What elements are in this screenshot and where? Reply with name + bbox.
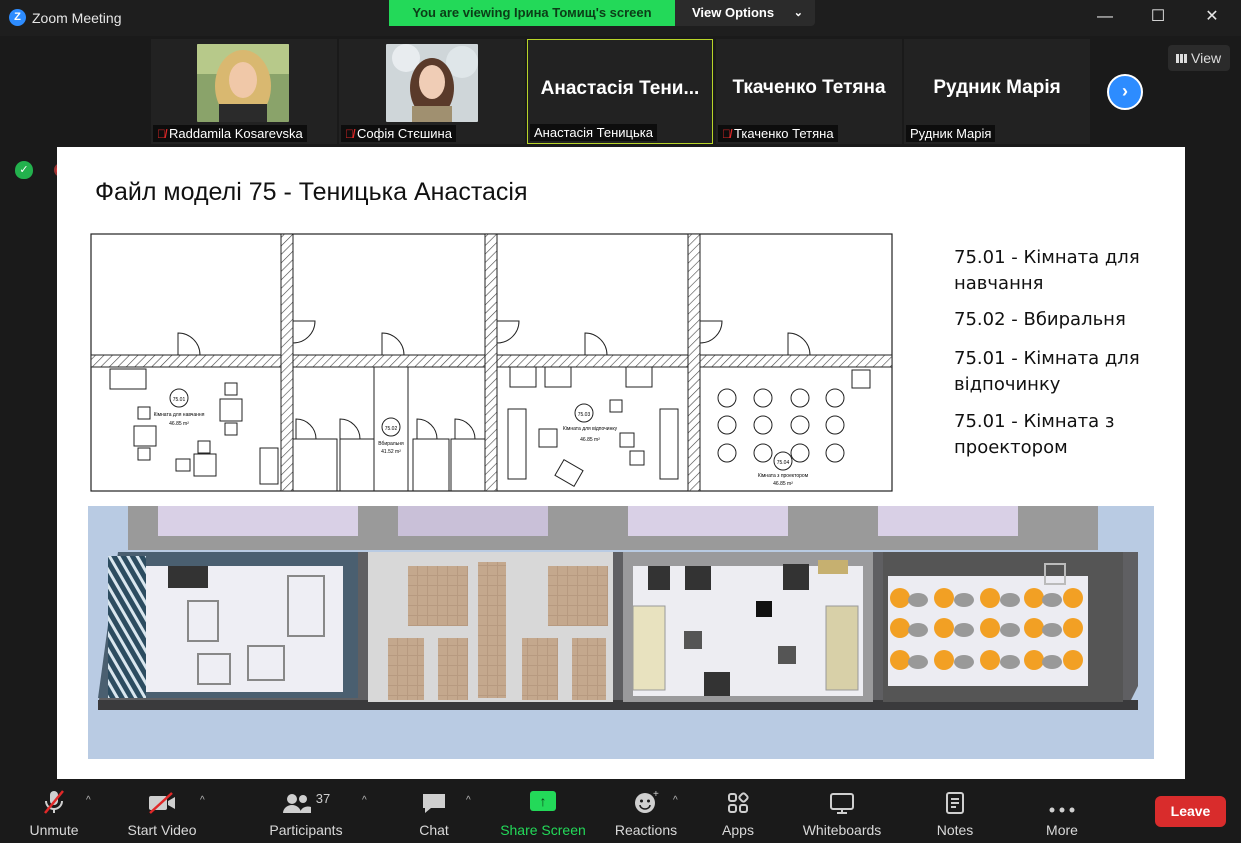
chat-label: Chat <box>419 822 449 838</box>
view-label: View <box>1191 50 1222 66</box>
participant-photo <box>197 44 289 122</box>
participant-display-name: Рудник Марія <box>933 77 1061 98</box>
notes-label: Notes <box>936 822 974 838</box>
participant-name: Анастасія Теницька <box>534 125 653 140</box>
room-name: Кімната з проектором <box>758 473 809 479</box>
mic-muted-icon: 🎙̸ <box>722 126 731 141</box>
participant-label: Анастасія Теницька <box>530 124 657 141</box>
room-area: 46.85 m² <box>580 437 600 443</box>
room-id: 75.04 <box>777 460 790 466</box>
view-options-button[interactable]: View Options ⌄ <box>675 0 815 26</box>
view-layout-button[interactable]: View <box>1168 45 1230 71</box>
chat-button[interactable]: Chat <box>414 783 454 843</box>
participant-name: Рудник Марія <box>910 126 992 141</box>
participant-display-name: Анастасія Тени... <box>540 78 700 99</box>
room-id: 75.03 <box>578 412 591 418</box>
unmute-button[interactable]: Unmute <box>22 783 86 843</box>
view-options-label: View Options <box>692 5 775 20</box>
room-id: 75.01 <box>173 397 186 403</box>
zoom-logo-icon: Z <box>9 9 26 26</box>
shared-screen: Файл моделі 75 - Теницька Анастасія 75.0… <box>57 147 1185 779</box>
share-screen-button[interactable]: ↑ Share Screen <box>500 783 586 843</box>
slide-title: Файл моделі 75 - Теницька Анастасія <box>95 178 528 206</box>
svg-text:+: + <box>653 789 659 800</box>
next-page-arrow-icon[interactable]: › <box>1107 74 1143 110</box>
participant-name: Ткаченко Тетяна <box>734 126 834 141</box>
reactions-smiley-icon: + <box>612 783 680 815</box>
window-title: Zoom Meeting <box>32 10 122 26</box>
participants-icon: 37 <box>266 783 346 815</box>
participant-display-name: Ткаченко Тетяна <box>732 77 886 98</box>
video-off-icon <box>122 783 202 815</box>
mic-muted-icon: 🎙̸ <box>157 126 166 141</box>
participants-label: Participants <box>269 822 343 838</box>
minimize-button[interactable]: — <box>1092 6 1118 28</box>
more-button[interactable]: More <box>1040 783 1084 843</box>
room-name: Кімната для навчання <box>154 412 205 418</box>
mic-muted-icon: 🎙̸ <box>345 126 354 141</box>
room-name: Кімната для відпочинку <box>563 426 618 432</box>
participant-tile[interactable]: Рудник Марія Рудник Марія <box>904 39 1090 144</box>
room-id: 75.02 <box>385 426 398 432</box>
start-video-label: Start Video <box>127 822 197 838</box>
participants-caret-icon[interactable]: ^ <box>362 795 367 806</box>
reactions-caret-icon[interactable]: ^ <box>673 795 678 806</box>
legend-item: 75.02 - Вбиральня <box>954 309 1126 330</box>
whiteboards-button[interactable]: Whiteboards <box>798 783 886 843</box>
notes-icon <box>932 783 978 815</box>
share-screen-label: Share Screen <box>500 822 586 838</box>
participant-photo <box>386 44 478 122</box>
more-label: More <box>1046 822 1078 838</box>
leave-button[interactable]: Leave <box>1155 796 1226 827</box>
apps-button[interactable]: Apps <box>718 783 758 843</box>
chat-icon <box>414 783 454 815</box>
room-name: Вбиральня <box>378 441 404 447</box>
notes-button[interactable]: Notes <box>932 783 978 843</box>
participant-label: 🎙̸ Софія Стєшина <box>341 125 456 142</box>
legend-item: 75.01 - Кімната з проектором <box>954 411 1115 458</box>
3d-render-image <box>88 506 1154 759</box>
audio-options-caret-icon[interactable]: ^ <box>86 795 91 806</box>
room-area: 46.85 m² <box>169 421 189 427</box>
title-bar: Z Zoom Meeting You are viewing Ірина Том… <box>0 0 1241 36</box>
meeting-toolbar: Unmute ^ Start Video ^ 37 Participants ^… <box>0 783 1241 843</box>
legend-item: 75.01 - Кімната для відпочинку <box>954 348 1140 395</box>
participant-tile-active-speaker[interactable]: Анастасія Тени... Анастасія Теницька <box>527 39 713 144</box>
apps-label: Apps <box>722 822 754 838</box>
whiteboard-icon <box>798 783 886 815</box>
microphone-muted-icon <box>22 783 86 815</box>
participant-label: 🎙̸ Ткаченко Тетяна <box>718 125 838 142</box>
reactions-label: Reactions <box>614 822 678 838</box>
participant-tile[interactable]: 🎙̸ Raddamila Kosarevska <box>151 39 337 144</box>
viewing-banner: You are viewing Ірина Томищ's screen Vie… <box>389 0 815 26</box>
chevron-down-icon: ⌄ <box>793 7 803 19</box>
participant-tile[interactable]: 🎙̸ Софія Стєшина <box>339 39 525 144</box>
whiteboards-label: Whiteboards <box>802 822 882 838</box>
close-button[interactable]: ✕ <box>1199 6 1225 28</box>
chat-caret-icon[interactable]: ^ <box>466 795 471 806</box>
viewing-banner-text: You are viewing Ірина Томищ's screen <box>389 0 675 26</box>
reactions-button[interactable]: + Reactions <box>612 783 680 843</box>
participant-name: Софія Стєшина <box>357 126 452 141</box>
legend-item: 75.01 - Кімната для навчання <box>954 247 1140 294</box>
grid-icon <box>1176 54 1187 63</box>
maximize-button[interactable]: ☐ <box>1145 6 1171 28</box>
room-area: 41.52 m² <box>381 449 401 455</box>
video-options-caret-icon[interactable]: ^ <box>200 795 205 806</box>
more-dots-icon <box>1040 783 1084 815</box>
participant-label: 🎙̸ Raddamila Kosarevska <box>153 125 307 142</box>
participants-count: 37 <box>315 791 331 806</box>
share-screen-icon: ↑ <box>530 791 556 811</box>
apps-icon <box>718 783 758 815</box>
floor-plan: 75.01 Кімната для навчання 46.85 m² 75.0… <box>90 233 893 492</box>
start-video-button[interactable]: Start Video <box>122 783 202 843</box>
room-area: 46.85 m² <box>773 481 793 487</box>
unmute-label: Unmute <box>29 822 79 838</box>
participants-button[interactable]: 37 Participants <box>266 783 346 843</box>
security-shield-icon[interactable]: ✓ <box>15 161 33 179</box>
participant-name: Raddamila Kosarevska <box>169 126 303 141</box>
participant-label: Рудник Марія <box>906 125 996 142</box>
participant-tile[interactable]: Ткаченко Тетяна 🎙̸ Ткаченко Тетяна <box>716 39 902 144</box>
